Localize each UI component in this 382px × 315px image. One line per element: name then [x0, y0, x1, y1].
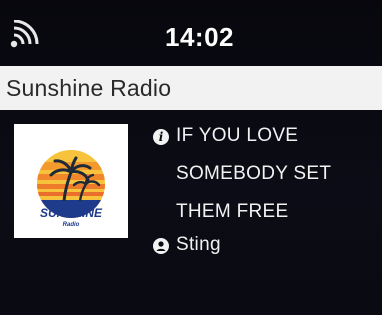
track-line-1: IF YOU LOVE [176, 125, 299, 146]
station-bar: Sunshine Radio [0, 66, 382, 110]
logo-title: SUNSHINE [40, 206, 103, 220]
wifi-icon [10, 20, 39, 48]
palm-sunset-logo: SUNSHINE Radio [37, 150, 105, 228]
status-bar: 14:02 [0, 0, 382, 62]
clock: 14:02 [165, 22, 234, 52]
station-logo: SUNSHINE Radio [14, 124, 128, 238]
station-name: Sunshine Radio [6, 75, 172, 101]
track-line-2: SOMEBODY SET [176, 163, 332, 184]
artist-name: Sting [176, 234, 221, 255]
info-icon: i [153, 129, 169, 145]
logo-subtitle: Radio [63, 222, 80, 228]
radio-display: 14:02 Sunshine Radio SUNSHINE Radio i IF… [0, 0, 382, 315]
track-line-3: THEM FREE [176, 201, 289, 222]
person-icon [153, 238, 169, 254]
